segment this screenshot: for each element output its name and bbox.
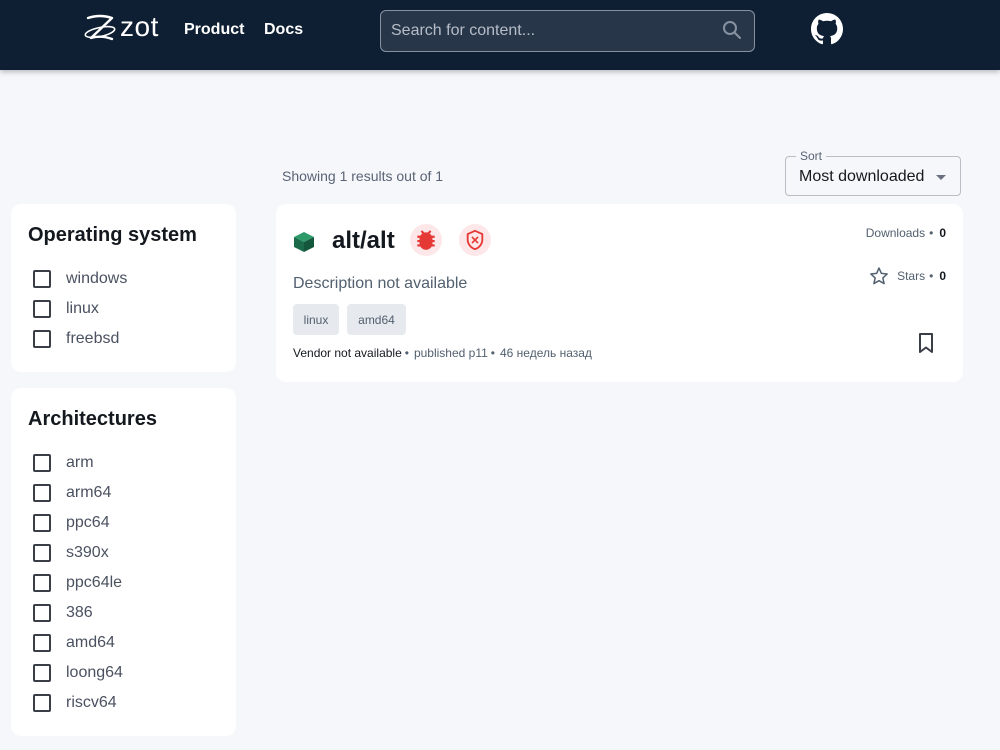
repo-name[interactable]: alt/alt [332, 227, 395, 255]
shield-x-icon [466, 229, 484, 251]
checkbox[interactable] [33, 484, 51, 502]
option-label: linux [66, 300, 99, 317]
option-label: s390x [66, 544, 109, 561]
checkbox[interactable] [33, 514, 51, 532]
search-icon[interactable] [722, 20, 742, 40]
logo-text: zot [120, 11, 159, 42]
arch-option-loong64[interactable]: loong64 [33, 663, 123, 683]
downloads-stat: Downloads • 0 [866, 226, 946, 240]
bug-icon [417, 230, 435, 250]
checkbox[interactable] [33, 330, 51, 348]
package-icon [294, 232, 314, 252]
arch-option-riscv64[interactable]: riscv64 [33, 693, 117, 713]
nav-product-link[interactable]: Product [184, 21, 244, 39]
option-label: ppc64le [66, 574, 123, 591]
checkbox[interactable] [33, 694, 51, 712]
signature-badge[interactable] [459, 224, 491, 256]
vulnerability-badge[interactable] [410, 224, 442, 256]
checkbox[interactable] [33, 270, 51, 288]
os-option-windows[interactable]: windows [33, 269, 127, 289]
sort-label: Sort [796, 149, 827, 163]
nav-docs-link[interactable]: Docs [264, 21, 303, 39]
downloads-label: Downloads [865, 226, 926, 240]
arch-option-arm64[interactable]: arm64 [33, 483, 111, 503]
zot-logo-icon [84, 14, 116, 41]
last-updated-text: 46 недель назад [500, 346, 592, 360]
option-label: amd64 [66, 634, 115, 651]
checkbox[interactable] [33, 604, 51, 622]
repo-meta: Vendor not available • published p11 • 4… [293, 346, 592, 360]
option-label: windows [66, 270, 128, 287]
os-option-freebsd[interactable]: freebsd [33, 329, 119, 349]
option-label: ppc64 [66, 514, 110, 531]
search-input[interactable] [381, 11, 711, 51]
checkbox[interactable] [33, 664, 51, 682]
option-label: freebsd [66, 330, 120, 347]
bookmark-icon[interactable] [917, 332, 935, 354]
option-label: loong64 [66, 664, 123, 681]
checkbox[interactable] [33, 574, 51, 592]
arch-filter-title: Architectures [28, 408, 157, 430]
stars-label: Stars [897, 269, 926, 283]
github-icon[interactable] [811, 13, 843, 45]
repo-card[interactable]: alt/alt Description not available linux … [276, 204, 963, 382]
arch-option-ppc64[interactable]: ppc64 [33, 513, 110, 533]
option-label: 386 [66, 604, 93, 621]
downloads-count: 0 [939, 226, 946, 240]
repo-description: Description not available [293, 275, 468, 292]
option-label: arm64 [66, 484, 112, 501]
platform-tag: amd64 [347, 304, 406, 335]
arch-option-ppc64le[interactable]: ppc64le [33, 573, 122, 593]
checkbox[interactable] [33, 634, 51, 652]
option-label: arm [66, 454, 94, 471]
separator-dot: • [490, 346, 495, 360]
checkbox[interactable] [33, 454, 51, 472]
stars-stat: Stars • 0 [869, 266, 946, 286]
search-bar [380, 10, 755, 52]
platform-tag: linux [293, 304, 339, 335]
top-navbar: zot Product Docs [0, 0, 1000, 70]
arch-filter-card: Architectures arm arm64 ppc64 s390x ppc6… [11, 388, 236, 736]
arch-option-arm[interactable]: arm [33, 453, 94, 473]
os-option-linux[interactable]: linux [33, 299, 99, 319]
separator-dot: • [929, 226, 934, 240]
os-filter-card: Operating system windows linux freebsd [11, 204, 236, 372]
published-text: published p11 [413, 346, 488, 360]
option-label: riscv64 [66, 694, 117, 711]
arch-option-386[interactable]: 386 [33, 603, 93, 623]
separator-dot: • [404, 346, 409, 360]
caret-down-icon [936, 175, 946, 180]
sort-value: Most downloaded [799, 168, 925, 185]
arch-option-amd64[interactable]: amd64 [33, 633, 115, 653]
vendor-text: Vendor not available [293, 346, 402, 360]
sort-select[interactable]: Sort Most downloaded [785, 149, 961, 196]
stars-count: 0 [939, 269, 946, 283]
zot-logo[interactable]: zot [83, 11, 159, 46]
star-icon[interactable] [869, 266, 889, 286]
separator-dot: • [929, 269, 934, 283]
checkbox[interactable] [33, 300, 51, 318]
results-count: Showing 1 results out of 1 [282, 168, 444, 184]
checkbox[interactable] [33, 544, 51, 562]
os-filter-title: Operating system [28, 224, 197, 246]
arch-option-s390x[interactable]: s390x [33, 543, 109, 563]
